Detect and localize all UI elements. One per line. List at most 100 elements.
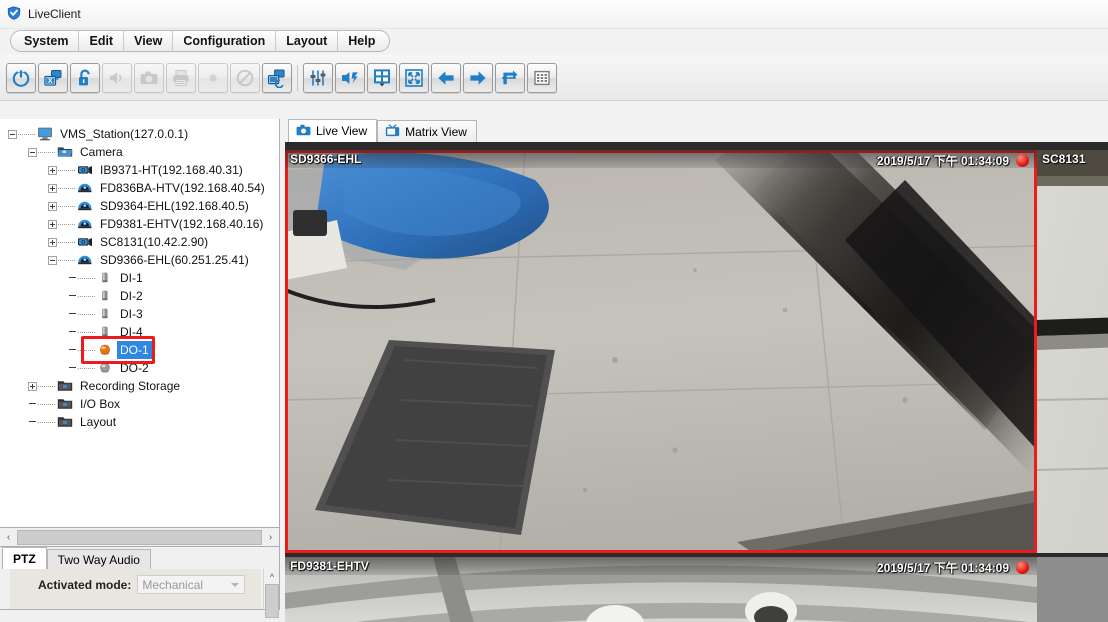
tree-connector bbox=[78, 332, 95, 333]
tree-node-fd9381-ehtv-192-168-40-16[interactable]: FD9381-EHTV(192.168.40.16) bbox=[8, 215, 279, 233]
di-port-icon bbox=[97, 271, 113, 285]
device-tree[interactable]: VMS_Station(127.0.0.1)CameraIB9371-HT(19… bbox=[0, 119, 279, 431]
tree-node-di-2[interactable]: DI-2 bbox=[8, 287, 279, 305]
tab-live-view[interactable]: Live View bbox=[288, 119, 377, 142]
tree-connector bbox=[18, 134, 35, 135]
tree-node-di-3[interactable]: DI-3 bbox=[8, 305, 279, 323]
tree-node-fd836ba-htv-192-168-40-54[interactable]: FD836BA-HTV(192.168.40.54) bbox=[8, 179, 279, 197]
folder-icon bbox=[57, 379, 73, 393]
expand-plus-icon[interactable] bbox=[48, 166, 57, 175]
tree-node-label: SC8131(10.42.2.90) bbox=[97, 233, 211, 251]
video-cell-sc8131[interactable]: SC8131 bbox=[1037, 150, 1108, 553]
tree-connector bbox=[58, 188, 75, 189]
tab-two-way-audio[interactable]: Two Way Audio bbox=[47, 549, 151, 569]
snapshot-camera-icon bbox=[134, 63, 164, 93]
recording-indicator-icon bbox=[1016, 154, 1029, 167]
expand-plus-icon[interactable] bbox=[48, 184, 57, 193]
tree-node-recording-storage[interactable]: Recording Storage bbox=[8, 377, 279, 395]
tab-ptz[interactable]: PTZ bbox=[2, 547, 47, 569]
view-tab-strip: Live View Matrix View bbox=[280, 119, 1108, 142]
ptz-panel-body: Activated mode: Mechanical bbox=[10, 569, 261, 609]
arrow-left-icon[interactable] bbox=[431, 63, 461, 93]
collapse-minus-icon[interactable] bbox=[8, 130, 17, 139]
auto-scan-icon[interactable] bbox=[495, 63, 525, 93]
tree-toggle-placeholder bbox=[68, 274, 77, 283]
tree-connector bbox=[78, 296, 95, 297]
tree-scroll-left-arrow[interactable]: ‹ bbox=[0, 529, 17, 546]
title-bar: LiveClient bbox=[0, 0, 1108, 29]
tree-toggle-placeholder bbox=[68, 310, 77, 319]
chevron-down-icon bbox=[231, 583, 239, 587]
video-cell-fd9381-ehtv[interactable]: FD9381-EHTV 2019/5/17 下午 01:34:09 bbox=[285, 557, 1037, 622]
video-cell-sd9366-ehl[interactable]: SD9366-EHL 2019/5/17 下午 01:34:09 bbox=[285, 150, 1037, 553]
device-tree-panel[interactable]: VMS_Station(127.0.0.1)CameraIB9371-HT(19… bbox=[0, 119, 280, 528]
collapse-minus-icon[interactable] bbox=[48, 256, 57, 265]
tree-connector bbox=[58, 260, 75, 261]
folder-icon bbox=[57, 397, 73, 411]
folder-open-icon bbox=[57, 145, 73, 159]
tree-node-label: SD9364-EHL(192.168.40.5) bbox=[97, 197, 252, 215]
tree-scroll-right-arrow[interactable]: › bbox=[262, 529, 279, 546]
tree-connector bbox=[38, 152, 55, 153]
tree-node-label: DO-2 bbox=[117, 359, 152, 377]
activated-mode-select[interactable]: Mechanical bbox=[137, 575, 245, 594]
tree-connector bbox=[78, 350, 95, 351]
main-toolbar: X bbox=[0, 55, 1108, 101]
tree-node-di-4[interactable]: DI-4 bbox=[8, 323, 279, 341]
menu-bar-container: System Edit View Configuration Layout He… bbox=[0, 29, 1108, 55]
tree-connector bbox=[38, 386, 55, 387]
tree-node-i-o-box[interactable]: I/O Box bbox=[8, 395, 279, 413]
ptz-vertical-scrollbar[interactable]: ^ bbox=[263, 569, 279, 609]
menu-item-layout[interactable]: Layout bbox=[276, 31, 338, 51]
tree-scroll-thumb[interactable] bbox=[17, 530, 262, 545]
menu-item-system[interactable]: System bbox=[11, 31, 79, 51]
expand-plus-icon[interactable] bbox=[28, 382, 37, 391]
tree-node-sc8131-10-42-2-90[interactable]: SC8131(10.42.2.90) bbox=[8, 233, 279, 251]
video-cell-name: SC8131 bbox=[1042, 152, 1085, 166]
tree-node-di-1[interactable]: DI-1 bbox=[8, 269, 279, 287]
power-icon[interactable] bbox=[6, 63, 36, 93]
ptz-scroll-thumb[interactable] bbox=[265, 584, 279, 618]
tree-node-label: VMS_Station(127.0.0.1) bbox=[57, 125, 191, 143]
bullet-camera-icon bbox=[77, 163, 93, 177]
arrow-right-icon[interactable] bbox=[463, 63, 493, 93]
tree-node-label: FD9381-EHTV(192.168.40.16) bbox=[97, 215, 266, 233]
menu-item-configuration[interactable]: Configuration bbox=[173, 31, 276, 51]
tree-node-ib9371-ht-192-168-40-31[interactable]: IB9371-HT(192.168.40.31) bbox=[8, 161, 279, 179]
unlock-icon[interactable] bbox=[70, 63, 100, 93]
ptz-scroll-up-arrow[interactable]: ^ bbox=[264, 569, 280, 584]
tree-node-sd9364-ehl-192-168-40-5[interactable]: SD9364-EHL(192.168.40.5) bbox=[8, 197, 279, 215]
tree-scroll-track[interactable] bbox=[17, 529, 262, 546]
tree-horizontal-scrollbar[interactable]: ‹ › bbox=[0, 528, 280, 547]
tree-node-vms-station-127-0-0-1[interactable]: VMS_Station(127.0.0.1) bbox=[8, 125, 279, 143]
left-pane: VMS_Station(127.0.0.1)CameraIB9371-HT(19… bbox=[0, 119, 280, 599]
tree-connector bbox=[58, 206, 75, 207]
video-cell-empty[interactable] bbox=[1037, 557, 1108, 622]
layout-grid-icon[interactable] bbox=[367, 63, 397, 93]
sliders-icon[interactable] bbox=[303, 63, 333, 93]
screen-refresh-icon[interactable] bbox=[262, 63, 292, 93]
tree-node-do-1[interactable]: DO-1 bbox=[8, 341, 279, 359]
tree-node-label: IB9371-HT(192.168.40.31) bbox=[97, 161, 246, 179]
expand-plus-icon[interactable] bbox=[48, 202, 57, 211]
toolbar-separator-1 bbox=[294, 63, 301, 93]
tree-node-layout[interactable]: Layout bbox=[8, 413, 279, 431]
tree-node-camera[interactable]: Camera bbox=[8, 143, 279, 161]
keypad-grid-icon[interactable] bbox=[527, 63, 557, 93]
expand-plus-icon[interactable] bbox=[48, 238, 57, 247]
tree-node-sd9366-ehl-60-251-25-41[interactable]: SD9366-EHL(60.251.25.41) bbox=[8, 251, 279, 269]
menu-item-view[interactable]: View bbox=[124, 31, 173, 51]
event-flash-icon[interactable] bbox=[335, 63, 365, 93]
fullscreen-icon[interactable] bbox=[399, 63, 429, 93]
menu-item-edit[interactable]: Edit bbox=[79, 31, 124, 51]
svg-text:X: X bbox=[48, 78, 53, 85]
expand-plus-icon[interactable] bbox=[48, 220, 57, 229]
tab-matrix-view[interactable]: Matrix View bbox=[377, 120, 477, 142]
tree-node-do-2[interactable]: DO-2 bbox=[8, 359, 279, 377]
recording-indicator-icon bbox=[1016, 561, 1029, 574]
export-screen-icon[interactable]: X bbox=[38, 63, 68, 93]
tree-node-label: DO-1 bbox=[117, 341, 152, 359]
collapse-minus-icon[interactable] bbox=[28, 148, 37, 157]
di-port-icon bbox=[97, 289, 113, 303]
menu-item-help[interactable]: Help bbox=[338, 31, 389, 51]
